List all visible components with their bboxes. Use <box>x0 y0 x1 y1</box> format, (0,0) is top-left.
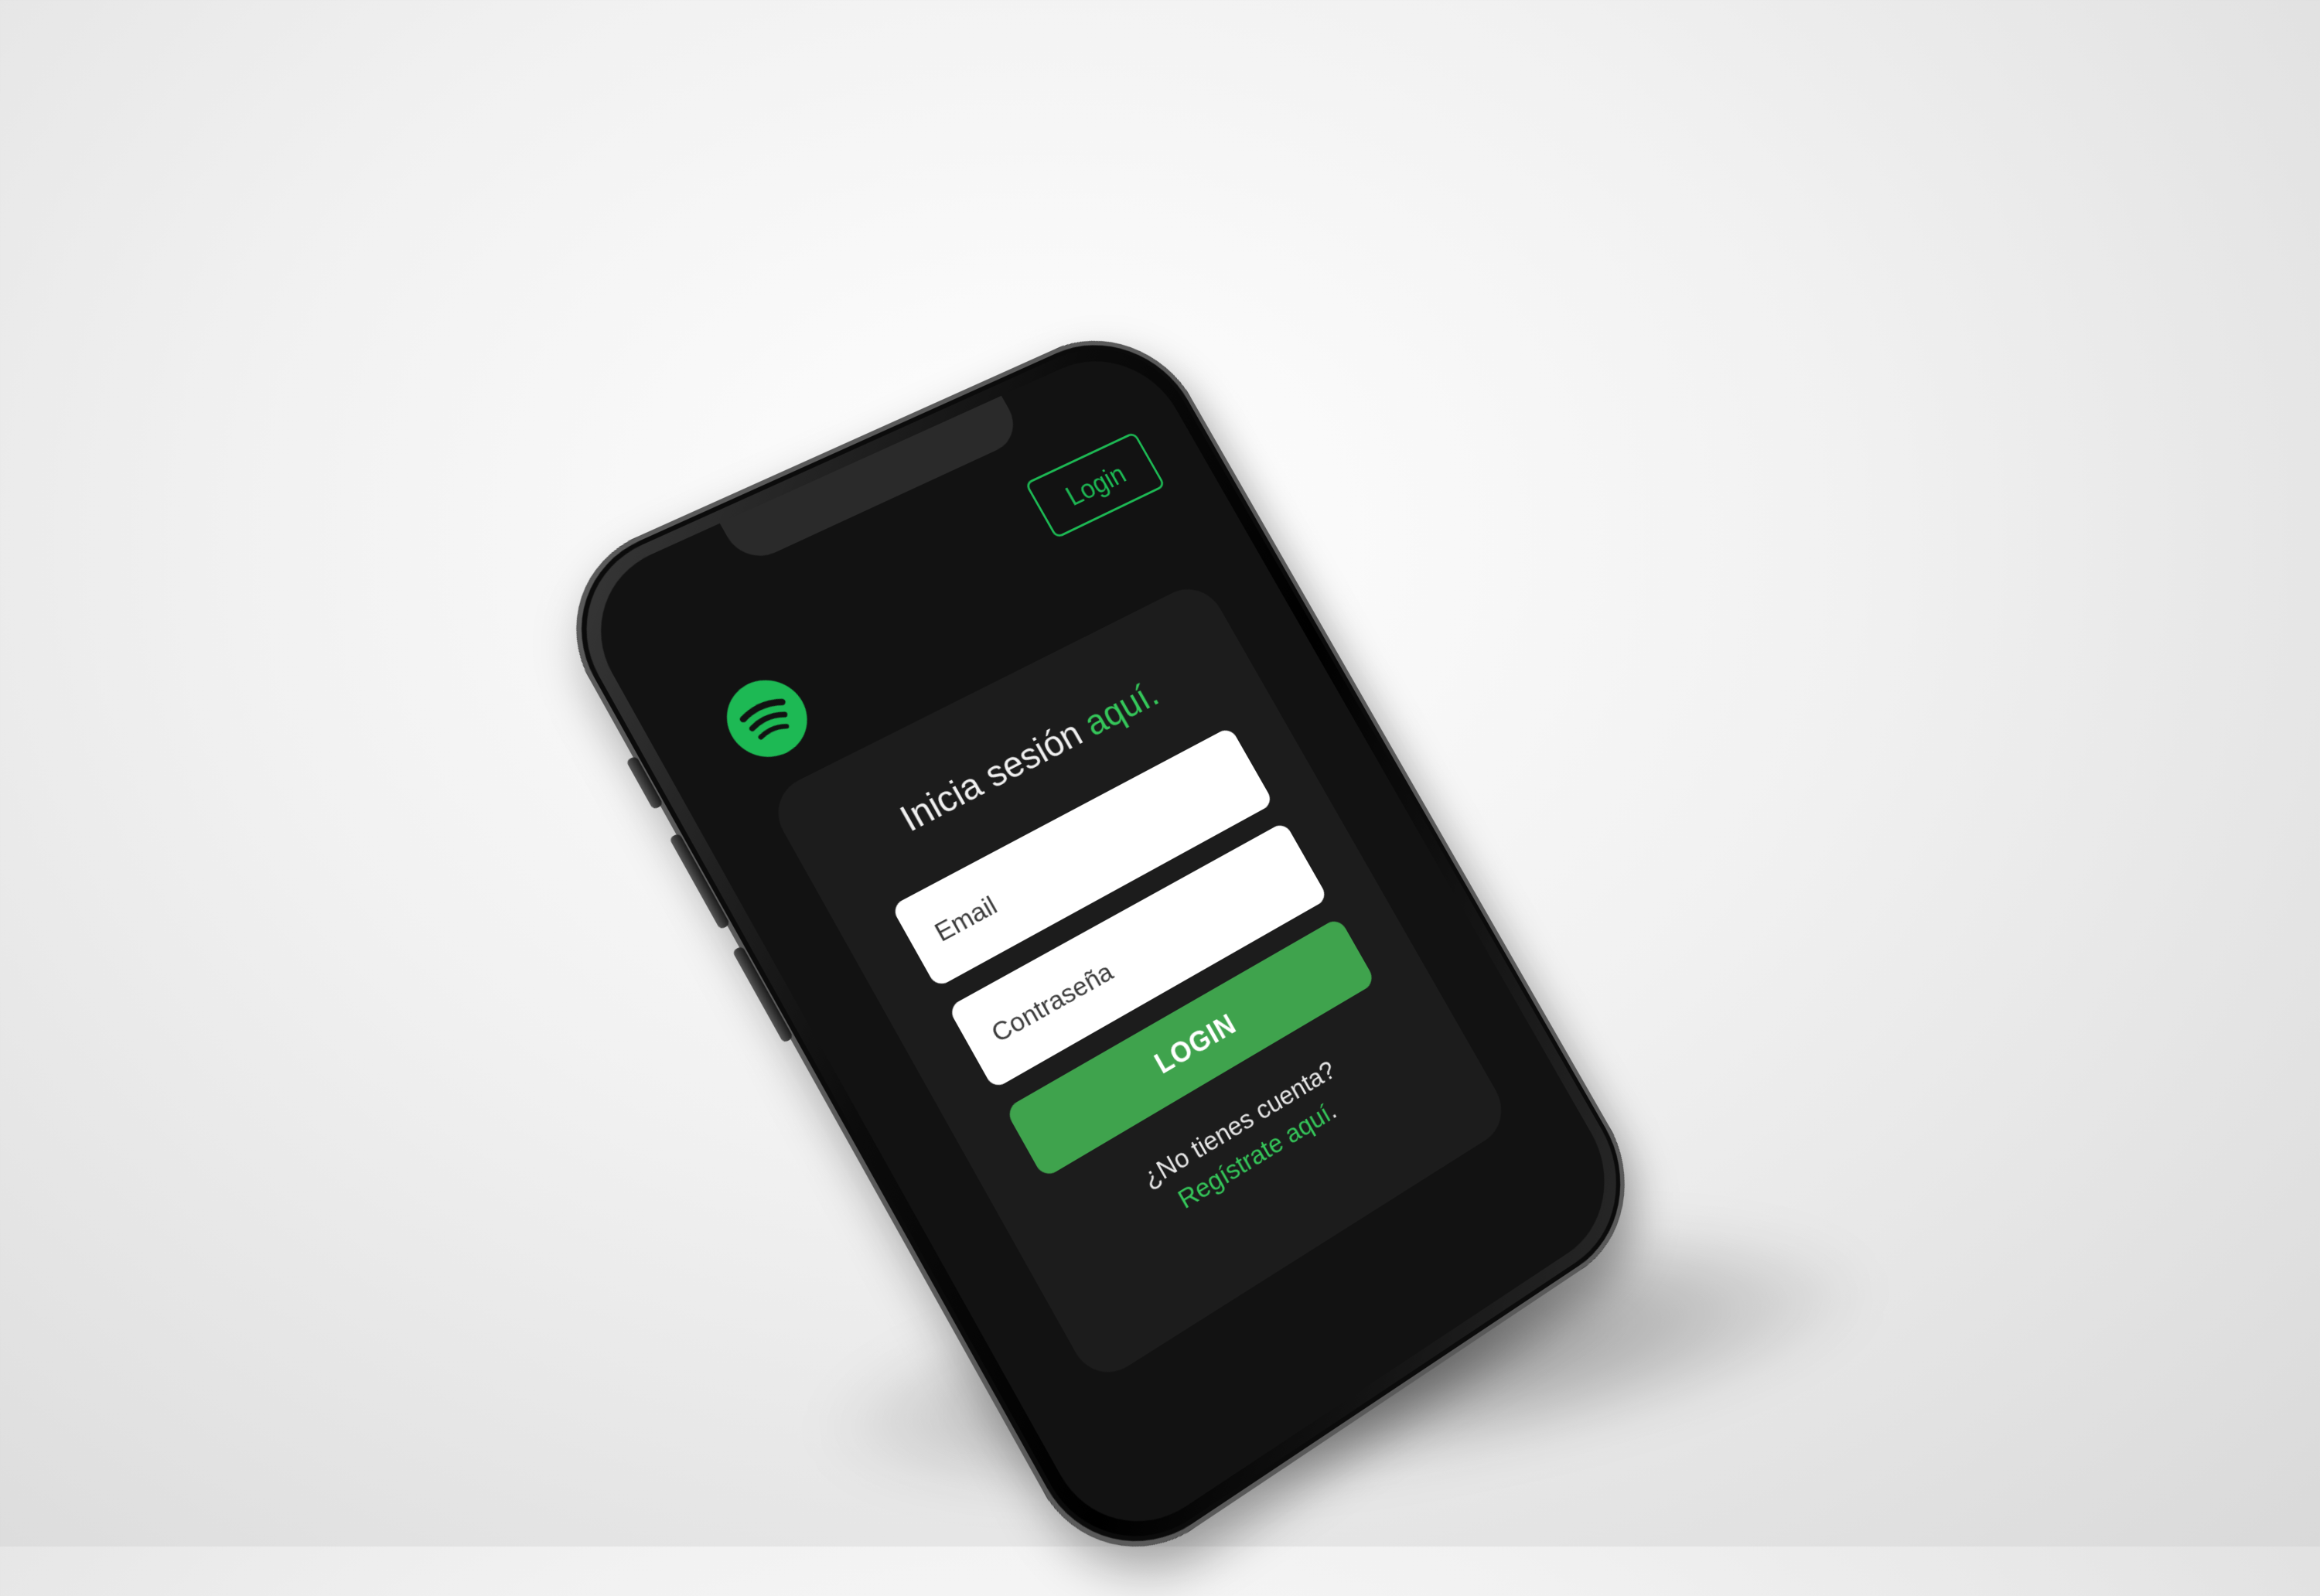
login-card: Inicia sesión aquí. LOGIN ¿No tienes cue… <box>764 578 1514 1387</box>
login-title-accent: aquí. <box>1077 674 1165 745</box>
header-login-button[interactable]: Login <box>1024 431 1166 540</box>
phone-notch <box>719 395 1025 567</box>
mute-switch <box>626 755 664 810</box>
spotify-logo-icon <box>712 667 822 771</box>
